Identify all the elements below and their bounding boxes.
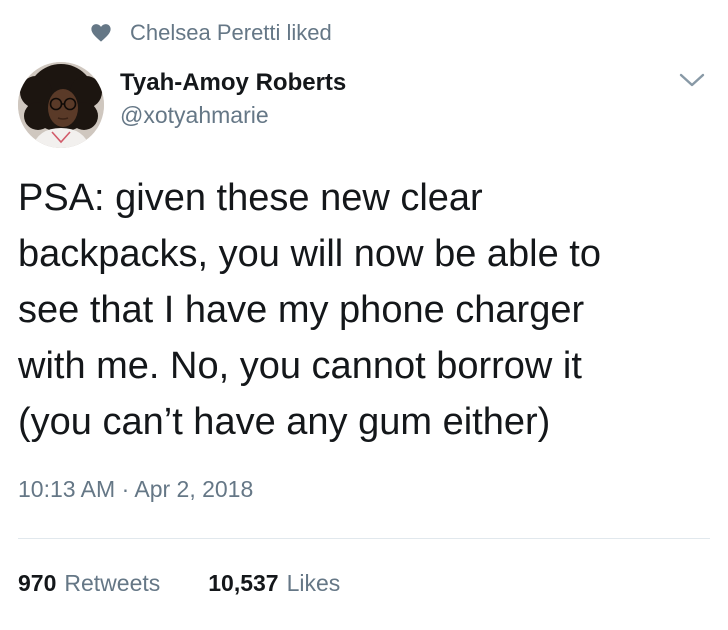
retweets-stat[interactable]: 970 Retweets bbox=[18, 568, 160, 598]
heart-icon bbox=[90, 22, 112, 44]
likes-stat[interactable]: 10,537 Likes bbox=[208, 568, 340, 598]
social-context[interactable]: Chelsea Peretti liked bbox=[90, 18, 332, 48]
retweets-count: 970 bbox=[18, 570, 57, 596]
likes-label: Likes bbox=[286, 570, 341, 596]
retweets-label: Retweets bbox=[64, 570, 161, 596]
author-block[interactable]: Tyah-Amoy Roberts @xotyahmarie bbox=[120, 68, 346, 130]
tweet-text-line: (you can’t have any gum either) bbox=[18, 401, 551, 443]
tweet-timestamp[interactable]: 10:13 AM · Apr 2, 2018 bbox=[18, 474, 253, 504]
author-display-name[interactable]: Tyah-Amoy Roberts bbox=[120, 68, 346, 98]
tweet-text-line: see that I have my phone charger bbox=[18, 289, 585, 331]
divider bbox=[18, 538, 710, 539]
chevron-down-icon[interactable] bbox=[678, 70, 706, 90]
author-handle[interactable]: @xotyahmarie bbox=[120, 100, 346, 130]
tweet-text: PSA: given these new clear backpacks, yo… bbox=[18, 170, 708, 450]
tweet-text-line: with me. No, you cannot borrow it bbox=[18, 345, 582, 387]
tweet-stats: 970 Retweets 10,537 Likes bbox=[18, 568, 388, 598]
tweet-text-line: backpacks, you will now be able to bbox=[18, 233, 601, 275]
social-context-text: Chelsea Peretti liked bbox=[130, 20, 332, 45]
avatar[interactable] bbox=[18, 62, 104, 148]
likes-count: 10,537 bbox=[208, 570, 279, 596]
tweet-text-line: PSA: given these new clear bbox=[18, 177, 483, 219]
